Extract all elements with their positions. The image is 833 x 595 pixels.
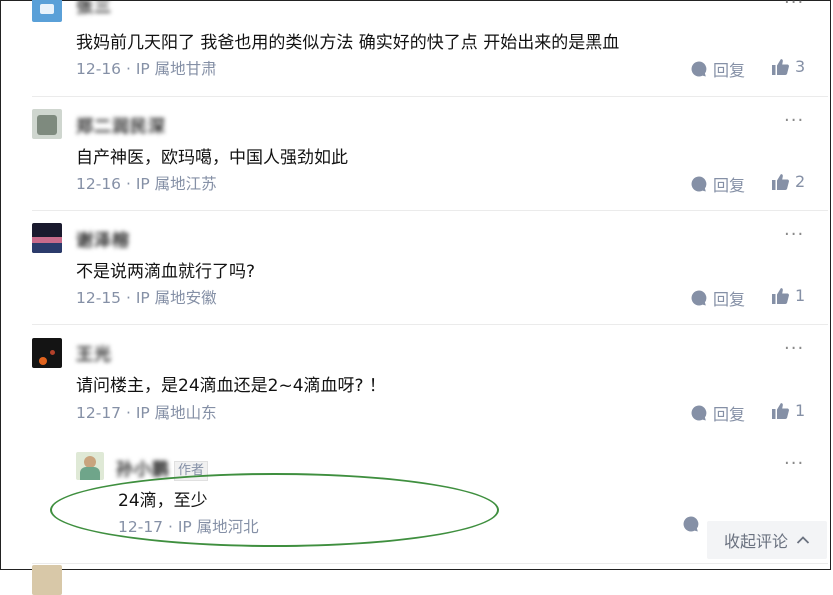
comment-bubble-icon: [691, 290, 707, 306]
comment-text: 请问楼主，是24滴血还是2~4滴血呀? ！: [76, 376, 386, 396]
comment-bubble-icon: [683, 516, 699, 532]
comment-meta: 12-15 · IP 属地安徽: [76, 289, 217, 307]
reply-button[interactable]: 回复: [690, 172, 745, 196]
username[interactable]: 张三: [76, 0, 112, 17]
avatar[interactable]: [32, 338, 62, 368]
comment-bubble-icon: [691, 61, 707, 77]
like-button[interactable]: 1: [771, 401, 805, 420]
thumbs-up-icon: [772, 173, 789, 190]
more-options-icon[interactable]: ···: [784, 453, 804, 474]
divider: [32, 324, 828, 325]
avatar[interactable]: [32, 223, 62, 253]
reply-label: 回复: [713, 405, 746, 424]
reply-button[interactable]: 回复: [690, 401, 745, 425]
divider: [32, 210, 828, 211]
username[interactable]: 谢泽榕: [76, 226, 130, 251]
like-count: 1: [795, 286, 806, 305]
thumbs-up-icon: [772, 58, 789, 75]
username[interactable]: 王光: [76, 340, 112, 365]
comment-meta: 12-17 · IP 属地山东: [76, 404, 217, 422]
avatar[interactable]: [32, 109, 62, 139]
more-options-icon[interactable]: ···: [784, 0, 804, 13]
reply-label: 回复: [713, 176, 746, 195]
comment-bubble-icon: [691, 405, 707, 421]
like-count: 3: [795, 57, 806, 76]
divider: [32, 96, 828, 97]
like-button[interactable]: 2: [771, 172, 805, 191]
comment-text: 自产神医，欧玛噶，中国人强劲如此: [76, 148, 348, 168]
like-button[interactable]: 3: [771, 57, 805, 76]
comment-text: 不是说两滴血就行了吗?: [76, 262, 256, 282]
divider: [32, 563, 828, 564]
like-button[interactable]: 1: [771, 286, 805, 305]
reply-avatar[interactable]: [76, 452, 104, 480]
like-count: 1: [795, 401, 806, 420]
thumbs-up-icon: [772, 402, 789, 419]
reply-label: 回复: [713, 61, 746, 80]
more-options-icon[interactable]: ···: [784, 338, 804, 359]
comment-text: 我妈前几天阳了 我爸也用的类似方法 确实好的快了点 开始出来的是黑血: [76, 33, 620, 53]
username[interactable]: 郑二润民深: [76, 112, 166, 137]
reply-button[interactable]: 回复: [690, 57, 745, 81]
comment-meta: 12-16 · IP 属地甘肃: [76, 60, 217, 78]
comment-meta: 12-16 · IP 属地江苏: [76, 175, 217, 193]
reply-button[interactable]: 回复: [690, 286, 745, 310]
highlight-oval: [50, 473, 499, 547]
comment-bubble-icon: [691, 176, 707, 192]
like-count: 2: [795, 172, 806, 191]
reply-button[interactable]: [682, 515, 700, 533]
more-options-icon[interactable]: ···: [784, 224, 804, 245]
avatar[interactable]: [32, 565, 62, 595]
more-options-icon[interactable]: ···: [784, 110, 804, 131]
chevron-up-icon: [796, 536, 810, 544]
reply-label: 回复: [713, 290, 746, 309]
collapse-comments-button[interactable]: 收起评论: [707, 521, 827, 559]
thumbs-up-icon: [772, 287, 789, 304]
collapse-label: 收起评论: [723, 532, 788, 551]
avatar[interactable]: [32, 0, 62, 22]
